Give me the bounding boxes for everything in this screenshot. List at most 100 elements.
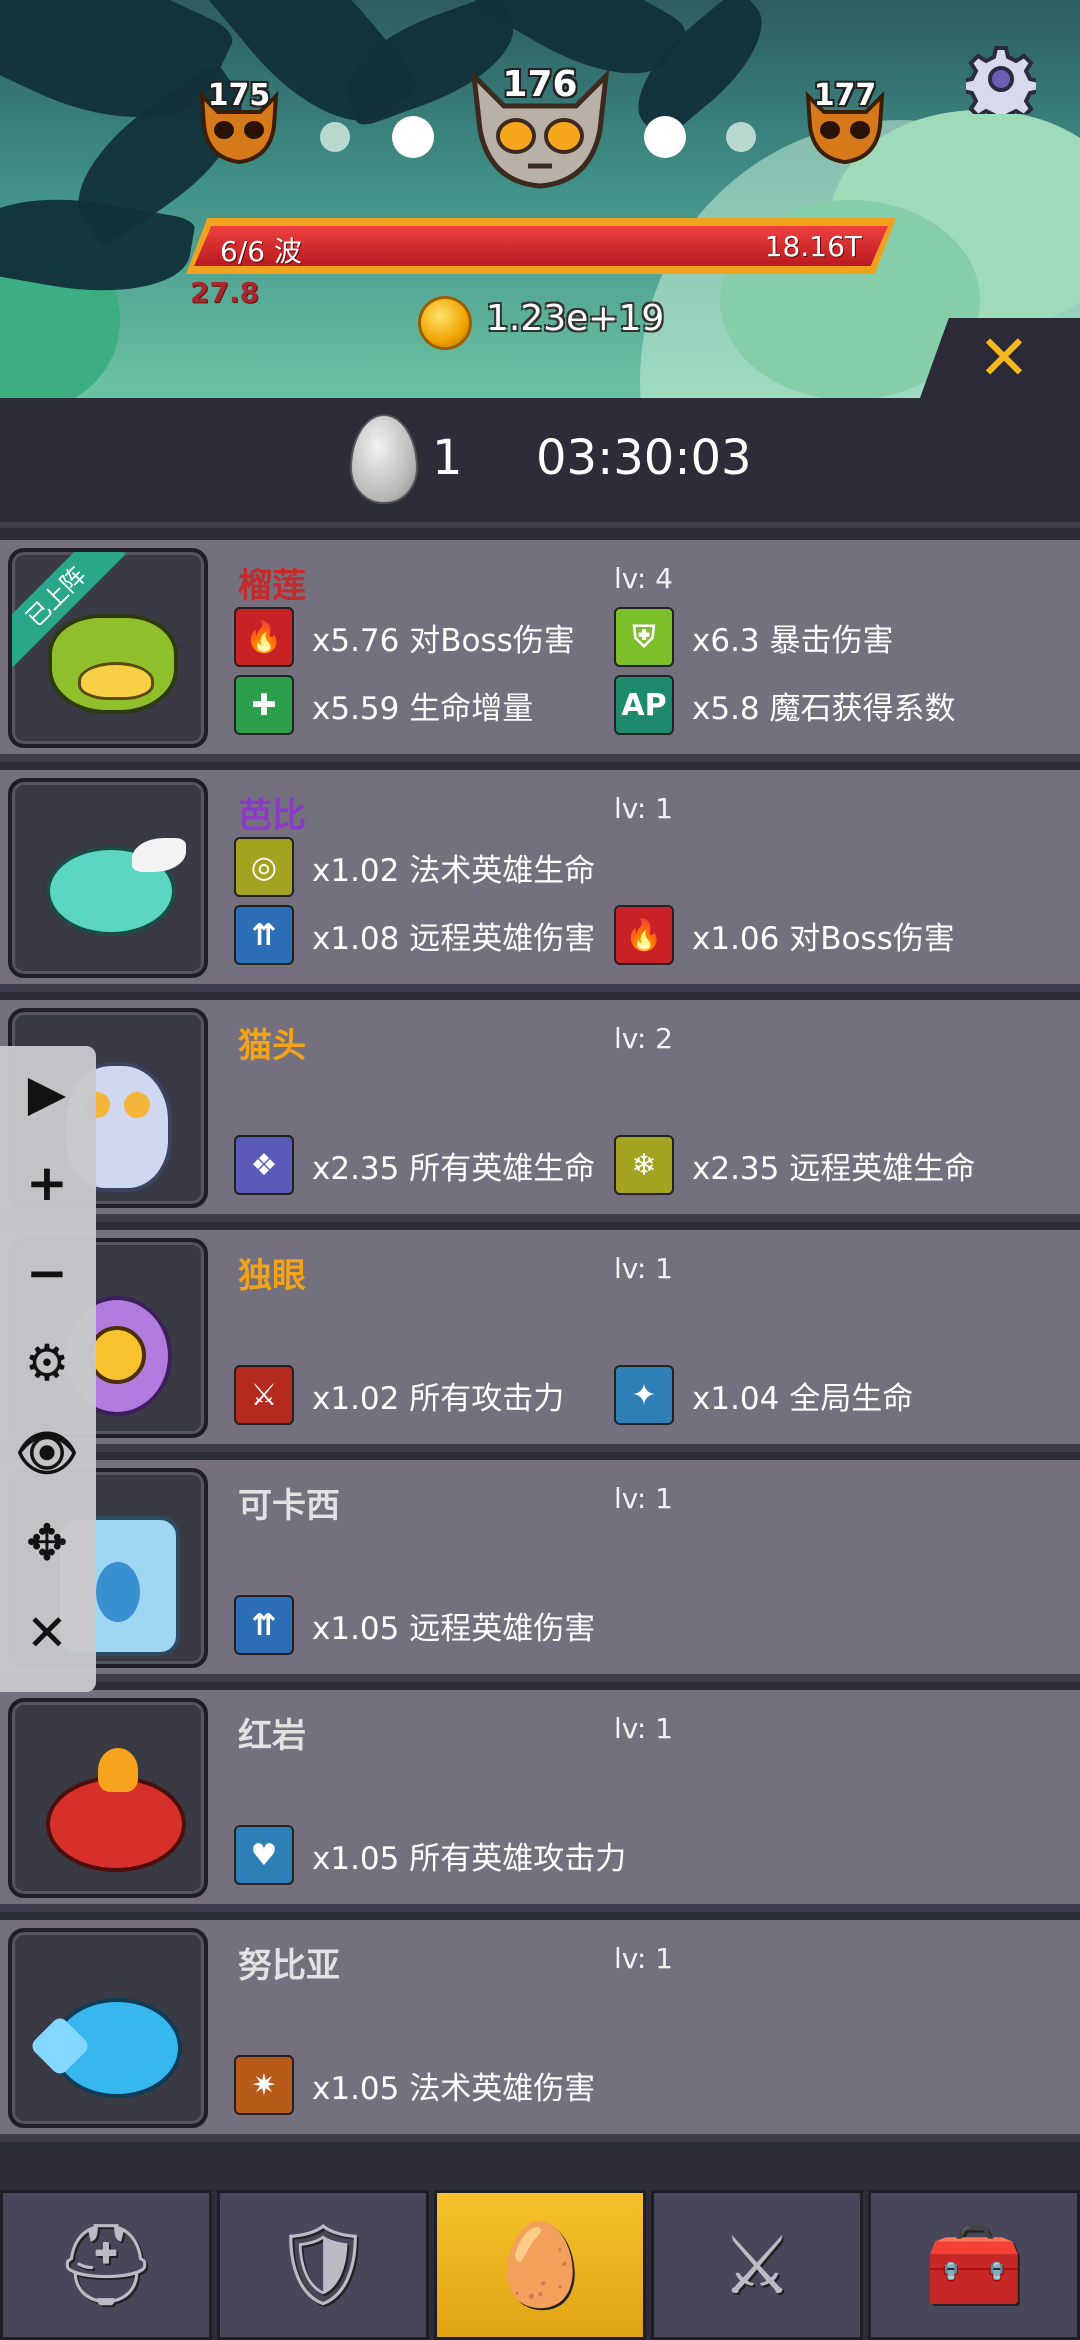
hero-list[interactable]: 已上阵 榴莲 lv: 4 🔥 x5.76 对Boss伤害 ⛨ x6.3 暴击伤害 ✚ x5.59… (0, 540, 1080, 2152)
coin-amount: 1.23e+19 (486, 298, 665, 339)
wave-marker-next: 177 (802, 78, 888, 166)
nav-tab-chest[interactable]: 🧰 (868, 2190, 1080, 2340)
hero-level: lv: 2 (614, 1022, 673, 1055)
shield-icon: ⛨ (614, 607, 674, 667)
helmet-icon: ⛑ (55, 2218, 157, 2311)
hero-row[interactable]: 芭比 lv: 1 ◎ x1.02 法术英雄生命 ⇈ x1.08 远程英雄伤害 🔥 x1.06 … (0, 770, 1080, 992)
creature-shape (132, 838, 186, 872)
bottom-nav: ⛑ 🛡 🥚 ⚔ 🧰 (0, 2180, 1080, 2340)
heart-burst-icon: ♥ (234, 1825, 294, 1885)
coin-icon (418, 296, 472, 350)
play-tool-button[interactable]: ▶ (14, 1060, 80, 1126)
wave-dot (726, 122, 756, 152)
wave-dot (644, 116, 686, 158)
hero-stat-text: x5.76 对Boss伤害 (312, 622, 575, 659)
hero-portrait[interactable] (8, 1698, 208, 1898)
hero-stat-text: x1.05 远程英雄伤害 (312, 1610, 596, 1647)
hero-stat-text: x1.06 对Boss伤害 (692, 920, 955, 957)
close-tool-button[interactable]: ✕ (14, 1600, 80, 1666)
hero-row[interactable]: 努比亚 lv: 1 ✷ x1.05 法术英雄伤害 (0, 1920, 1080, 2142)
hero-level: lv: 4 (614, 562, 673, 595)
nav-tab-helmet[interactable]: ⛑ (0, 2190, 212, 2340)
flame-shield-icon: 🔥 (234, 607, 294, 667)
crystal-icon: ❖ (234, 1135, 294, 1195)
hero-name: 独眼 (238, 1256, 306, 1296)
hero-portrait[interactable] (8, 778, 208, 978)
floating-tool-panel: ▶ + − ⚙ 👁 ✥ ✕ (0, 1046, 96, 1692)
hero-stat: ❖ x2.35 所有英雄生命 (234, 1134, 595, 1196)
hero-stat: ✷ x1.05 法术英雄伤害 (234, 2054, 595, 2116)
creature-shape (88, 1326, 146, 1384)
wave-number-next: 177 (813, 78, 877, 113)
halo-icon: ◎ (234, 837, 294, 897)
snowflake-icon: ❄ (614, 1135, 674, 1195)
hero-stat: ❄ x2.35 远程英雄生命 (614, 1134, 975, 1196)
plus-tool-button[interactable]: + (14, 1150, 80, 1216)
creature-shape (98, 1748, 138, 1792)
egg-count: 1 (432, 430, 463, 486)
hero-stat-text: x1.05 法术英雄伤害 (312, 2070, 596, 2107)
wave-marker-current: 176 (470, 64, 610, 190)
hero-level: lv: 1 (614, 1252, 673, 1285)
hero-stat-text: x5.59 生命增量 (312, 690, 534, 727)
arrows-icon: ⇈ (234, 1595, 294, 1655)
hero-name: 猫头 (238, 1026, 306, 1066)
spark-icon: ✷ (234, 2055, 294, 2115)
hero-stat-text: x1.04 全局生命 (692, 1380, 914, 1417)
move-tool-button[interactable]: ✥ (14, 1510, 80, 1576)
close-button[interactable]: ✕ (978, 326, 1030, 390)
wave-label: 6/6 波 (220, 235, 302, 268)
hero-row[interactable]: 已上阵 榴莲 lv: 4 🔥 x5.76 对Boss伤害 ⛨ x6.3 暴击伤害 ✚ x5.59… (0, 540, 1080, 762)
hero-stat: ✚ x5.59 生命增量 (234, 674, 533, 736)
egg-icon: 🥚 (490, 2218, 590, 2311)
hero-stat-text: x6.3 暴击伤害 (692, 622, 894, 659)
hero-portrait[interactable]: 已上阵 (8, 548, 208, 748)
ap-icon: AP (614, 675, 674, 735)
hero-stat: ⇈ x1.08 远程英雄伤害 (234, 904, 595, 966)
hero-level: lv: 1 (614, 792, 673, 825)
hero-stat: 🔥 x1.06 对Boss伤害 (614, 904, 955, 966)
damage-value: 27.8 (190, 276, 260, 309)
health-figure-icon: ✚ (234, 675, 294, 735)
hero-stat-text: x1.02 法术英雄生命 (312, 852, 596, 889)
settings-button[interactable] (961, 44, 1041, 126)
hero-stat: ⇈ x1.05 远程英雄伤害 (234, 1594, 595, 1656)
minus-tool-button[interactable]: − (14, 1240, 80, 1306)
gear-tool-button[interactable]: ⚙ (14, 1330, 80, 1396)
hero-stat: ✦ x1.04 全局生命 (614, 1364, 913, 1426)
hero-row[interactable]: 独眼 lv: 1 ⚔ x1.02 所有攻击力 ✦ x1.04 全局生命 (0, 1230, 1080, 1452)
hero-name: 芭比 (238, 796, 306, 836)
wave-marker-prev: 175 (196, 78, 282, 166)
hero-stat-text: x1.05 所有英雄攻击力 (312, 1840, 627, 1877)
hero-stat: AP x5.8 魔石获得系数 (614, 674, 956, 736)
hero-name: 榴莲 (238, 566, 306, 606)
hero-row[interactable]: 猫头 lv: 2 ❖ x2.35 所有英雄生命 ❄ x2.35 远程英雄生命 (0, 1000, 1080, 1222)
hero-stat: 🔥 x5.76 对Boss伤害 (234, 606, 575, 668)
hero-name: 可卡西 (238, 1486, 340, 1526)
nav-tab-armor[interactable]: 🛡 (217, 2190, 429, 2340)
hero-stat-text: x5.8 魔石获得系数 (692, 690, 956, 727)
egg-timer: 03:30:03 (536, 430, 752, 486)
sword-icon: ⚔ (234, 1365, 294, 1425)
hero-portrait[interactable] (8, 1928, 208, 2128)
nav-tab-egg[interactable]: 🥚 (434, 2190, 646, 2340)
eye-tool-button[interactable]: 👁 (14, 1420, 80, 1486)
flame-shield-icon: 🔥 (614, 905, 674, 965)
hero-stat: ⚔ x1.02 所有攻击力 (234, 1364, 564, 1426)
hero-name: 红岩 (238, 1716, 306, 1756)
hero-row[interactable]: 可卡西 lv: 1 ⇈ x1.05 远程英雄伤害 (0, 1460, 1080, 1682)
hero-stat-text: x2.35 远程英雄生命 (692, 1150, 976, 1187)
hero-row[interactable]: 红岩 lv: 1 ♥ x1.05 所有英雄攻击力 (0, 1690, 1080, 1912)
crest-icon: ⚔ (721, 2218, 793, 2312)
wave-progress-bar: 6/6 波 18.16T (186, 218, 896, 274)
hero-level: lv: 1 (614, 1482, 673, 1515)
enemy-hp: 18.16T (764, 230, 862, 263)
hero-stat-text: x1.02 所有攻击力 (312, 1380, 565, 1417)
hero-level: lv: 1 (614, 1712, 673, 1745)
nav-tab-crest[interactable]: ⚔ (651, 2190, 863, 2340)
armor-icon: 🛡 (272, 2218, 374, 2311)
creature-shape (78, 662, 154, 700)
hero-stat-text: x1.08 远程英雄伤害 (312, 920, 596, 957)
hero-name: 努比亚 (238, 1946, 340, 1986)
creature-shape (96, 1562, 140, 1622)
